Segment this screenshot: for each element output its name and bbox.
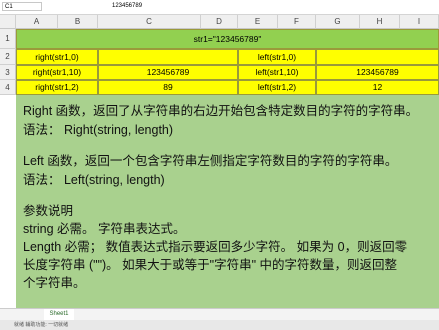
note-line-5: 语法： Left(string, length)	[23, 173, 165, 187]
formula-bar: C1 123456789	[0, 0, 439, 15]
col-header-i[interactable]: I	[400, 15, 439, 29]
cell-h4[interactable]: 12	[316, 80, 439, 95]
col-header-a[interactable]: A	[16, 15, 58, 29]
fx-icon	[48, 2, 108, 11]
col-header-e[interactable]: E	[238, 15, 278, 29]
cell-a2[interactable]: right(str1,0)	[16, 49, 98, 65]
cell-f4[interactable]: left(str1,2)	[238, 80, 316, 95]
note-line-11: 个字符串。	[23, 276, 86, 290]
cell-c2[interactable]	[98, 49, 238, 65]
col-header-f[interactable]: F	[278, 15, 316, 29]
col-header-d[interactable]: D	[201, 15, 238, 29]
cell-h2[interactable]	[316, 49, 439, 65]
note-line-1: Right 函数，返回了从字符串的右边开始包含特定数目的字符的字符串。	[23, 104, 419, 118]
row-header-3[interactable]: 3	[0, 65, 16, 80]
note-line-10: 长度字符串 ("")。 如果大于或等于"字符串" 中的字符数量，则返回整	[23, 258, 397, 272]
cell-f3[interactable]: left(str1,10)	[238, 65, 316, 80]
row-header-2[interactable]: 2	[0, 49, 16, 65]
col-header-c[interactable]: C	[98, 15, 201, 29]
note-line-2: 语法： Right(string, length)	[23, 123, 174, 137]
cell-c3[interactable]: 123456789	[98, 65, 238, 80]
status-text: 就绪 辅助功能: 一切就绪	[14, 322, 69, 328]
row-header-4[interactable]: 4	[0, 80, 16, 95]
status-bar: 就绪 辅助功能: 一切就绪	[0, 320, 439, 330]
formula-value[interactable]: 123456789	[112, 2, 412, 11]
col-header-g[interactable]: G	[316, 15, 360, 29]
cell-h3[interactable]: 123456789	[316, 65, 439, 80]
table-header-cell[interactable]: str1="123456789"	[16, 29, 439, 49]
cell-a4[interactable]: right(str1,2)	[16, 80, 98, 95]
row-header-1[interactable]: 1	[0, 29, 16, 49]
col-header-h[interactable]: H	[360, 15, 400, 29]
col-header-b[interactable]: B	[58, 15, 98, 29]
note-line-9: Length 必需； 数值表达式指示要返回多少字符。 如果为 0，则返回零	[23, 240, 408, 254]
cell-f2[interactable]: left(str1,0)	[238, 49, 316, 65]
note-line-8: string 必需。 字符串表达式。	[23, 222, 186, 236]
note-line-7: 参数说明	[23, 204, 74, 218]
note-line-4: Left 函数，返回一个包含字符串左侧指定字符数目的字符的字符串。	[23, 154, 398, 168]
name-box[interactable]: C1	[2, 2, 42, 11]
cell-c4[interactable]: 89	[98, 80, 238, 95]
cell-a3[interactable]: right(str1,10)	[16, 65, 98, 80]
select-all-corner[interactable]	[0, 15, 16, 29]
